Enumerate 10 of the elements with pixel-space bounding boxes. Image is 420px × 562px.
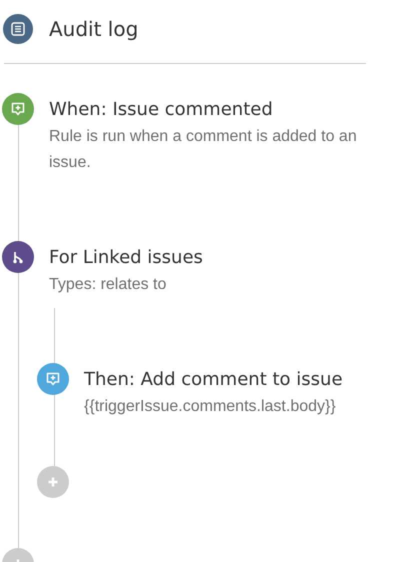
header-title: Audit log [49,16,138,43]
step-title: For Linked issues [49,246,204,270]
comment-plus-icon [37,363,69,395]
list-icon [3,14,33,44]
step-description: Types: relates to [49,275,168,295]
step-title: When: Issue commented [49,98,274,122]
step-description: Rule is run when a comment is added to an issue. [49,127,358,173]
add-step-icon[interactable] [37,466,69,498]
step-description: {{triggerIssue.comments.last.body}} [84,397,337,417]
step-title: Then: Add comment to issue [84,368,344,392]
